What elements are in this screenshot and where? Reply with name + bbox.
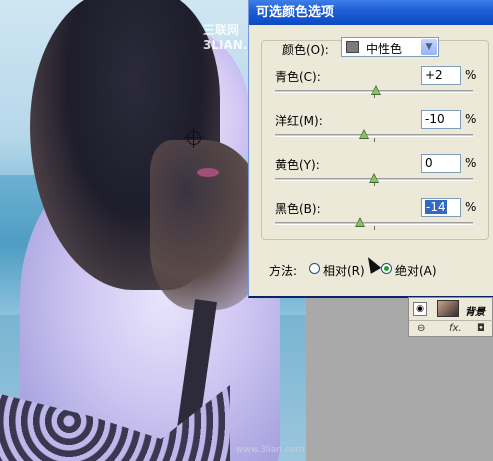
eyedropper-crosshair-icon [184,128,204,148]
magenta-label: 洋红(M): [275,114,323,128]
method-label: 方法: [269,264,298,278]
cyan-unit: % [465,68,477,82]
magenta-value: -10 [425,112,445,126]
yellow-input[interactable]: 0 [421,154,461,173]
black-slider-thumb[interactable] [355,217,366,227]
yellow-label: 黄色(Y): [275,158,320,172]
yellow-unit: % [465,156,477,170]
fx-button[interactable]: fx. [449,323,462,334]
relative-radio[interactable] [309,263,320,274]
absolute-radio[interactable] [381,263,392,274]
selective-color-dialog: 可选颜色选项 颜色(O): 中性色 ▼ 青色(C): +2 % 洋红(M): -… [248,0,493,298]
color-swatch [346,41,359,53]
absolute-radio-label[interactable]: 绝对(A) [395,262,437,279]
layers-toolbar: ⊖ fx. ◘ [409,320,493,337]
cyan-slider-thumb[interactable] [370,85,381,95]
site-watermark: www.3lian.com [236,445,305,455]
chevron-down-icon[interactable]: ▼ [421,39,437,55]
magenta-slider-thumb[interactable] [359,129,370,139]
dialog-title[interactable]: 可选颜色选项 [249,0,493,25]
layer-thumbnail[interactable] [437,300,459,317]
layer-name[interactable]: 背景 [465,303,485,318]
colors-select-value: 中性色 [366,42,403,56]
cyan-input[interactable]: +2 [421,66,461,85]
eye-icon[interactable]: ◉ [413,302,427,316]
cyan-value: +2 [425,68,443,82]
lips [197,168,219,177]
yellow-slider-thumb[interactable] [369,173,379,183]
black-value: -14 [425,200,447,214]
colors-label: 颜色(O): [282,43,329,57]
magenta-center-tick [374,138,375,142]
cyan-label: 青色(C): [275,70,321,84]
slider-row-black: 黑色(B): -14 % [275,198,485,238]
black-unit: % [465,200,477,214]
black-slider-track[interactable] [275,222,473,225]
magenta-input[interactable]: -10 [421,110,461,129]
yellow-value: 0 [425,156,433,170]
black-center-tick [374,226,375,230]
link-icon[interactable]: ⊖ [417,323,425,334]
mask-icon[interactable]: ◘ [477,323,485,334]
black-label: 黑色(B): [275,202,321,216]
black-input[interactable]: -14 [421,198,461,217]
magenta-unit: % [465,112,477,126]
colors-select[interactable]: 中性色 ▼ [341,37,439,57]
slider-row-yellow: 黄色(Y): 0 % [275,154,485,194]
slider-row-cyan: 青色(C): +2 % [275,66,485,106]
layers-panel: ◉ 背景 ⊖ fx. ◘ [408,297,493,337]
relative-radio-label[interactable]: 相对(R) [323,262,365,279]
slider-row-magenta: 洋红(M): -10 % [275,110,485,150]
magenta-slider-track[interactable] [275,134,473,137]
